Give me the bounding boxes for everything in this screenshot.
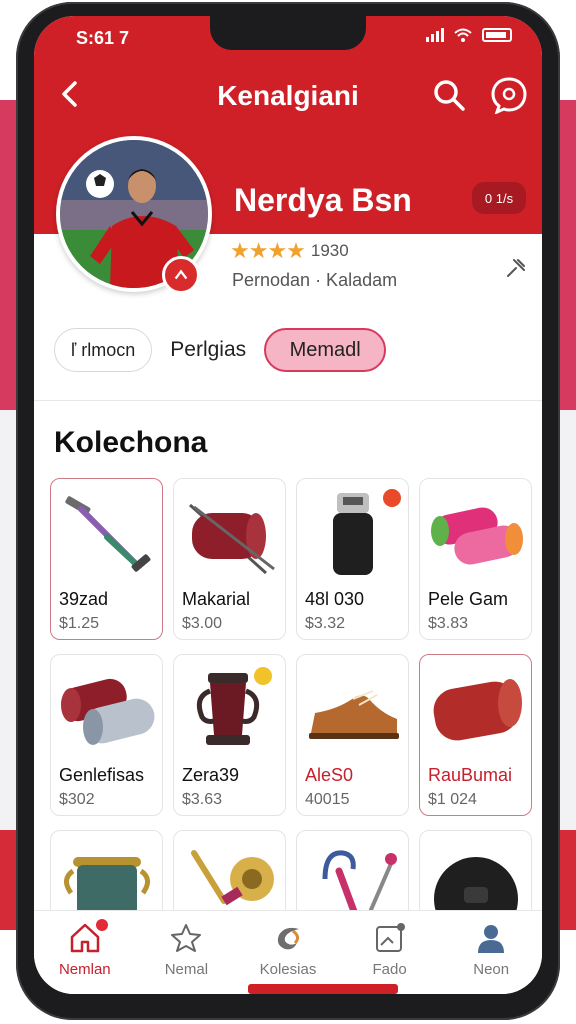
home-indicator[interactable] bbox=[248, 984, 398, 994]
status-time: S:61 7 bbox=[76, 28, 130, 48]
product-card[interactable]: 48l 030 $3.32 bbox=[296, 478, 409, 640]
nav-item-collections[interactable]: Kolesias bbox=[237, 911, 339, 994]
chat-icon[interactable] bbox=[490, 76, 528, 114]
product-price: $3.83 bbox=[428, 615, 469, 632]
product-name: 39zad bbox=[59, 589, 109, 609]
section-title: Kolechona bbox=[54, 426, 208, 459]
photo-icon bbox=[375, 923, 405, 952]
product-price: $3.63 bbox=[182, 791, 223, 808]
nav-item-photos[interactable]: Fado bbox=[339, 911, 441, 994]
nav-item-home[interactable]: Nemlan bbox=[34, 911, 136, 994]
product-name: Makarial bbox=[182, 589, 251, 609]
product-card[interactable]: 39zad $1.25 bbox=[50, 478, 163, 640]
product-card[interactable]: Makarial $3.00 bbox=[173, 478, 286, 640]
product-name: AleS0 bbox=[305, 765, 354, 785]
badge-dot bbox=[383, 489, 401, 507]
swirl-icon bbox=[277, 927, 300, 950]
profile-subtitle: Pernodan · Kaladam bbox=[232, 270, 398, 290]
rating-stars: ★★★★ bbox=[230, 238, 306, 263]
nav-item-profile[interactable]: Neon bbox=[440, 911, 542, 994]
product-price: $1.25 bbox=[59, 615, 100, 632]
product-price: $3.00 bbox=[182, 615, 223, 632]
can-icon bbox=[433, 679, 522, 741]
tab-third-active[interactable]: Memadl bbox=[264, 328, 387, 372]
roll-icon bbox=[431, 507, 523, 565]
rating-value: 1930 bbox=[310, 241, 349, 260]
product-price: 40015 bbox=[305, 791, 350, 808]
bottom-navigation: Nemlan Nemal Kolesias Fado Neon bbox=[34, 910, 542, 994]
signal-icon bbox=[426, 28, 444, 42]
status-icons bbox=[426, 28, 512, 42]
product-card[interactable]: RauBumai $1 024 bbox=[419, 654, 532, 816]
tab-second[interactable]: Perlgias bbox=[166, 328, 250, 372]
nav-label: Nemlan bbox=[58, 961, 111, 978]
product-name: 48l 030 bbox=[305, 589, 365, 609]
wifi-icon bbox=[454, 28, 472, 42]
product-price: $302 bbox=[59, 791, 95, 808]
product-card[interactable]: Zera39 $3.63 bbox=[173, 654, 286, 816]
star-icon bbox=[171, 924, 202, 952]
product-name: RauBumai bbox=[428, 765, 513, 785]
profile-name: Nerdya Bsn bbox=[234, 182, 412, 218]
tab-first[interactable]: ľ rlmocn bbox=[54, 328, 153, 372]
shoe-icon bbox=[309, 690, 399, 739]
nav-label: Kolesias bbox=[259, 961, 317, 978]
product-name: Genlefisas bbox=[59, 765, 145, 785]
rating-row: ★★★★ 1930 bbox=[230, 238, 349, 264]
status-badge[interactable]: 0 1/s bbox=[472, 182, 526, 214]
divider bbox=[34, 400, 542, 401]
product-name: Pele Gam bbox=[428, 589, 509, 609]
nav-label: Neon bbox=[473, 961, 510, 978]
tab-bar: ľ rlmocn Perlgias Memadl bbox=[54, 328, 387, 372]
product-card[interactable]: Genlefisas $302 bbox=[50, 654, 163, 816]
barrel-icon bbox=[188, 503, 275, 575]
search-icon[interactable] bbox=[432, 78, 466, 112]
product-name: Zera39 bbox=[182, 765, 240, 785]
product-card[interactable]: AleS0 40015 bbox=[296, 654, 409, 816]
badge-dot bbox=[254, 667, 272, 685]
pin-icon[interactable] bbox=[504, 256, 528, 280]
notification-dot bbox=[96, 919, 108, 931]
battery-icon bbox=[482, 28, 512, 42]
tool-icon bbox=[65, 496, 151, 572]
nav-item-favorites[interactable]: Nemal bbox=[136, 911, 238, 994]
nav-label: Fado bbox=[372, 961, 407, 978]
nav-label: Nemal bbox=[164, 961, 209, 978]
product-card[interactable]: Pele Gam $3.83 bbox=[419, 478, 532, 640]
verified-badge-icon bbox=[162, 256, 200, 294]
camera-notch bbox=[210, 16, 366, 50]
product-price: $1 024 bbox=[428, 791, 477, 808]
product-price: $3.32 bbox=[305, 615, 346, 632]
app-screen: S:61 7 Kenalgiani Nerdya Bsn 0 1/s ★★★★ … bbox=[34, 16, 542, 994]
cylinders-icon bbox=[61, 678, 155, 745]
person-icon bbox=[478, 925, 505, 953]
